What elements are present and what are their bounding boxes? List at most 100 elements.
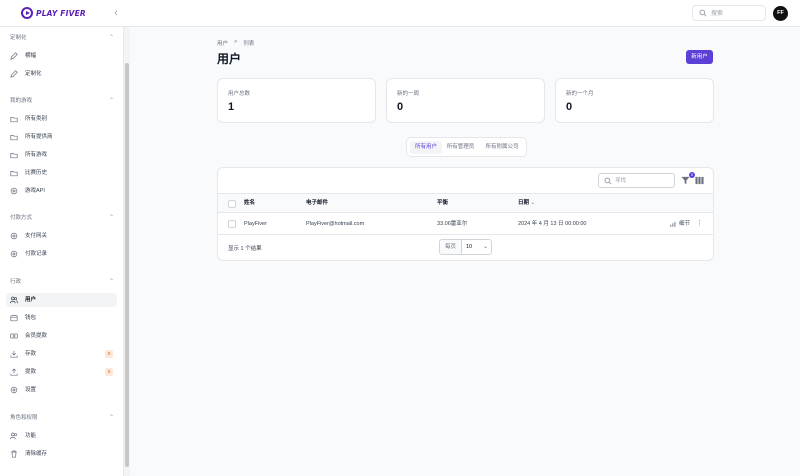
sidebar-item-label: 游戏API: [25, 188, 45, 194]
page-title: 用户: [217, 52, 242, 66]
sidebar-group-title: 角色和权限: [10, 415, 38, 421]
deposits-count-badge: 0: [105, 350, 113, 358]
sidebar-item-label: 存款: [25, 351, 37, 357]
gear-icon: [10, 386, 18, 394]
sidebar-item-clear-cache[interactable]: 清除缓存: [6, 447, 117, 461]
sidebar-item-label: 提款: [25, 369, 37, 375]
column-header-date-label: 日期: [518, 200, 530, 206]
results-summary: 显示 1 个结果: [228, 246, 262, 252]
tab-all-users[interactable]: 所有用户: [410, 141, 442, 154]
chevron-up-icon: ⌃: [108, 279, 114, 285]
table-search-input[interactable]: [615, 176, 671, 186]
sidebar-item-payment-gateway[interactable]: 支付网关: [6, 229, 117, 243]
breadcrumb-current: 列表: [243, 41, 255, 47]
sidebar-item-banners[interactable]: 横幅: [6, 49, 117, 63]
sidebar-item-withdrawals[interactable]: 提款 0: [6, 365, 117, 379]
gear-icon: [10, 232, 18, 240]
column-header-name[interactable]: 姓名: [244, 194, 255, 213]
search-icon: [604, 177, 612, 185]
sidebar-item-categories[interactable]: 所有类别: [6, 112, 117, 126]
cell-email: PlayFiver@hotmail.com: [306, 221, 365, 227]
sidebar-item-deposits[interactable]: 存款 0: [6, 347, 117, 361]
chevron-down-icon: ⌄: [530, 200, 536, 206]
column-header-email[interactable]: 电子邮件: [306, 194, 328, 213]
sidebar-group-title: 定制化: [10, 35, 27, 41]
sidebar-item-functions[interactable]: 功能: [6, 429, 117, 443]
sidebar-group-title: 我的游戏: [10, 98, 33, 104]
table-header: 姓名 电子邮件 平衡 日期 ⌄: [218, 193, 713, 213]
sidebar-item-label: 所有类别: [25, 116, 48, 122]
upload-icon: [10, 368, 18, 376]
collapse-sidebar-button[interactable]: ‹: [111, 7, 121, 19]
user-filter-tabs: 所有用户 所有管理员 所有附属公司: [406, 137, 527, 157]
per-page-value: 10: [466, 244, 473, 250]
column-header-date[interactable]: 日期 ⌄: [518, 194, 535, 213]
sidebar-item-label: 定制化: [25, 71, 42, 77]
global-search[interactable]: [692, 5, 766, 21]
sidebar-item-label: 所有提供商: [25, 134, 53, 140]
sidebar-item-customization[interactable]: 定制化: [6, 67, 117, 81]
logo-icon: [21, 7, 33, 19]
users-icon: [10, 432, 18, 440]
breadcrumb-users-link[interactable]: 用户: [217, 39, 228, 47]
stat-card-total-users: 用户总数 1: [217, 78, 376, 123]
sidebar-item-payment-records[interactable]: 付款记录: [6, 247, 117, 261]
sidebar-item-label: 比赛历史: [25, 170, 48, 176]
sidebar-group-customization[interactable]: 定制化 ⌃: [10, 33, 114, 43]
sidebar-item-match-history[interactable]: 比赛历史: [6, 166, 117, 180]
sidebar-item-wallet[interactable]: 钱包: [6, 311, 117, 325]
table-row[interactable]: PlayFiver PlayFiver@hotmail.com 33.06雷亚尔…: [218, 213, 713, 235]
sidebar-item-game-api[interactable]: 游戏API: [6, 184, 117, 198]
sidebar: 定制化 ⌃ 横幅 定制化 我的游戏 ⌃ 所有类别 所有提供商 所有游戏 比赛历史…: [0, 27, 124, 476]
select-all-checkbox[interactable]: [228, 200, 236, 208]
sidebar-item-label: 会员提款: [25, 333, 48, 339]
row-more-actions-icon[interactable]: ⋮: [696, 213, 703, 235]
stat-value: 1: [228, 101, 235, 113]
trash-icon: [11, 450, 17, 458]
folder-icon: [10, 153, 18, 159]
tab-all-admins[interactable]: 所有管理员: [444, 141, 477, 154]
pen-icon: [10, 52, 18, 60]
sidebar-group-my-games[interactable]: 我的游戏 ⌃: [10, 96, 114, 106]
sidebar-group-admin[interactable]: 行政 ⌃: [10, 277, 114, 287]
gear-icon: [10, 250, 18, 258]
sidebar-scroll-thumb[interactable]: [125, 63, 129, 467]
columns-icon[interactable]: [695, 176, 704, 185]
sidebar-group-title: 行政: [10, 279, 22, 285]
sidebar-item-providers[interactable]: 所有提供商: [6, 130, 117, 144]
bar-chart-icon: [670, 221, 676, 227]
avatar[interactable]: FF: [773, 6, 788, 21]
row-details-link[interactable]: 细节: [670, 213, 690, 235]
sidebar-group-payment-methods[interactable]: 付款方式 ⌃: [10, 213, 114, 223]
stat-value: 0: [397, 101, 404, 113]
sidebar-item-label: 付款记录: [25, 251, 48, 257]
sidebar-group-roles-permissions[interactable]: 角色和权限 ⌃: [10, 413, 114, 423]
tab-all-affiliates[interactable]: 所有附属公司: [480, 141, 524, 154]
column-header-balance[interactable]: 平衡: [437, 194, 448, 213]
filter-icon[interactable]: [681, 176, 690, 185]
sidebar-item-settings[interactable]: 设置: [6, 383, 117, 397]
sidebar-item-label: 横幅: [25, 53, 37, 59]
per-page-select[interactable]: 每页 10 ⌄: [439, 239, 492, 255]
stat-label: 用户总数: [228, 91, 251, 97]
sidebar-item-label: 清除缓存: [25, 451, 48, 457]
table-search[interactable]: [598, 173, 675, 188]
download-icon: [10, 350, 18, 358]
breadcrumb: 用户 > 列表: [217, 39, 254, 47]
global-search-input[interactable]: [711, 8, 763, 19]
logo[interactable]: PLAY FIVER: [21, 7, 86, 19]
stat-value: 0: [566, 101, 573, 113]
sidebar-scrollbar[interactable]: [124, 27, 130, 476]
sidebar-item-label: 设置: [25, 387, 37, 393]
chevron-up-icon: ⌃: [108, 415, 114, 421]
sidebar-item-member-withdrawals[interactable]: 会员提款: [6, 329, 117, 343]
sidebar-item-games[interactable]: 所有游戏: [6, 148, 117, 162]
sidebar-item-label: 功能: [25, 433, 37, 439]
sidebar-item-users[interactable]: 用户: [6, 293, 117, 307]
stat-label: 新的一个月: [566, 91, 594, 97]
top-bar: PLAY FIVER ‹ FF: [0, 0, 800, 27]
row-checkbox[interactable]: [228, 220, 236, 228]
chevron-up-icon: ⌃: [108, 98, 114, 104]
folder-icon: [10, 171, 18, 177]
new-user-button[interactable]: 新用户: [686, 50, 713, 64]
